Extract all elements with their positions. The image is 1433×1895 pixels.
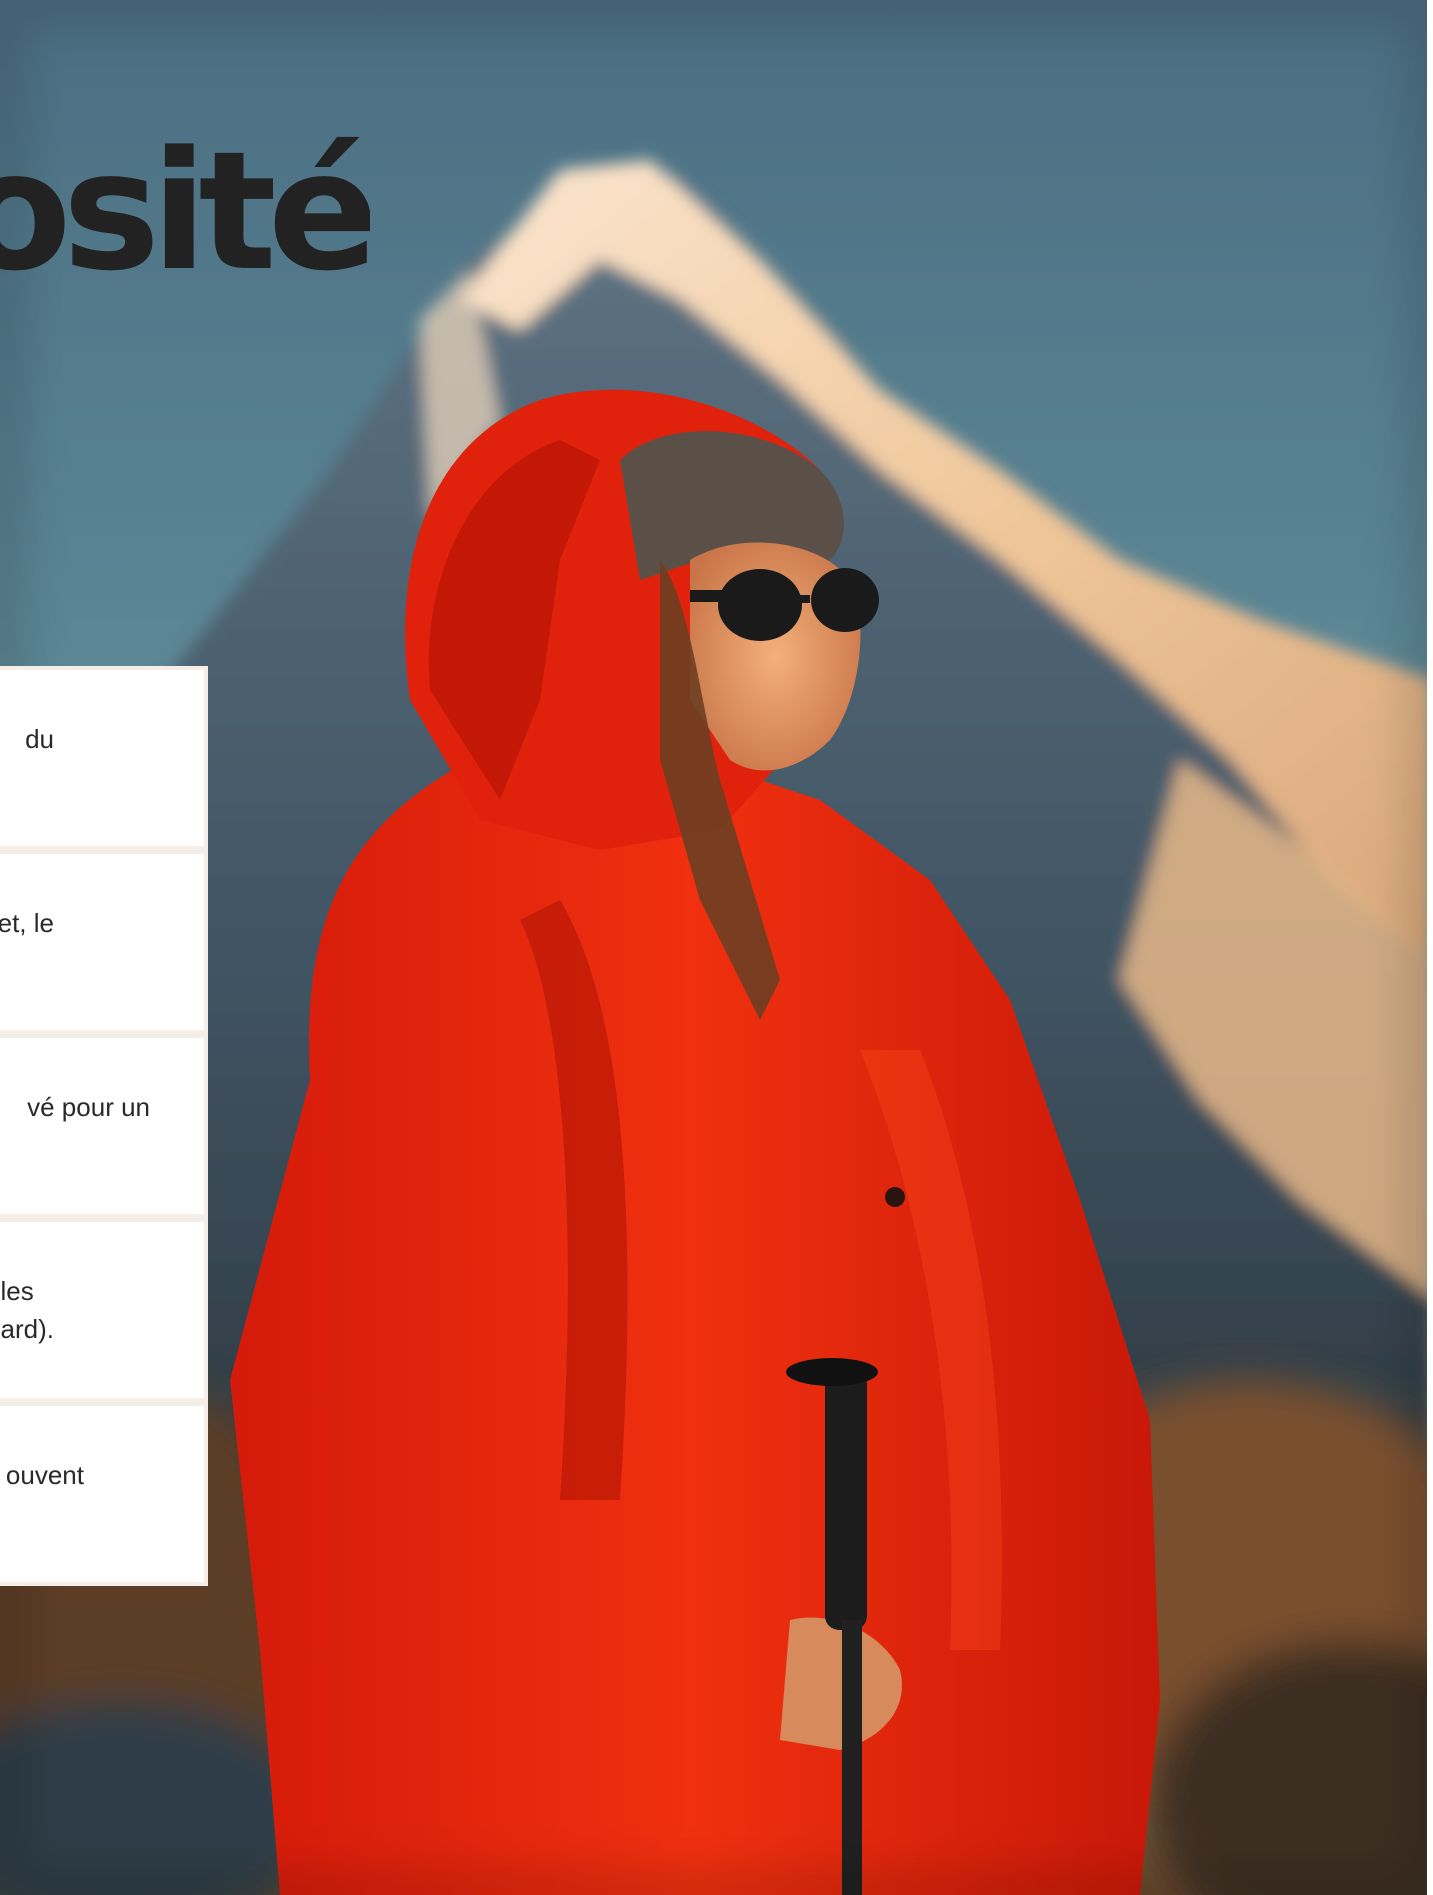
page-edge	[1427, 0, 1433, 1895]
card-text: du	[25, 724, 54, 754]
list-item: du	[0, 666, 208, 850]
list-item: ouvent	[0, 1402, 208, 1586]
card-text: ouvent	[5, 1460, 84, 1490]
card-text: et, le	[0, 908, 54, 938]
page-title: osité	[0, 130, 370, 294]
list-item: les ard).	[0, 1218, 208, 1402]
card-list: du et, le vé pour un les ard). ouvent	[0, 666, 208, 1586]
list-item: et, le	[0, 850, 208, 1034]
card-text: les ard).	[0, 1276, 54, 1344]
page-title-text: osité	[0, 130, 370, 294]
page-stage: osité du et, le vé pour un les ard). ouv…	[0, 0, 1433, 1895]
card-text: vé pour un	[27, 1092, 150, 1122]
list-item: vé pour un	[0, 1034, 208, 1218]
